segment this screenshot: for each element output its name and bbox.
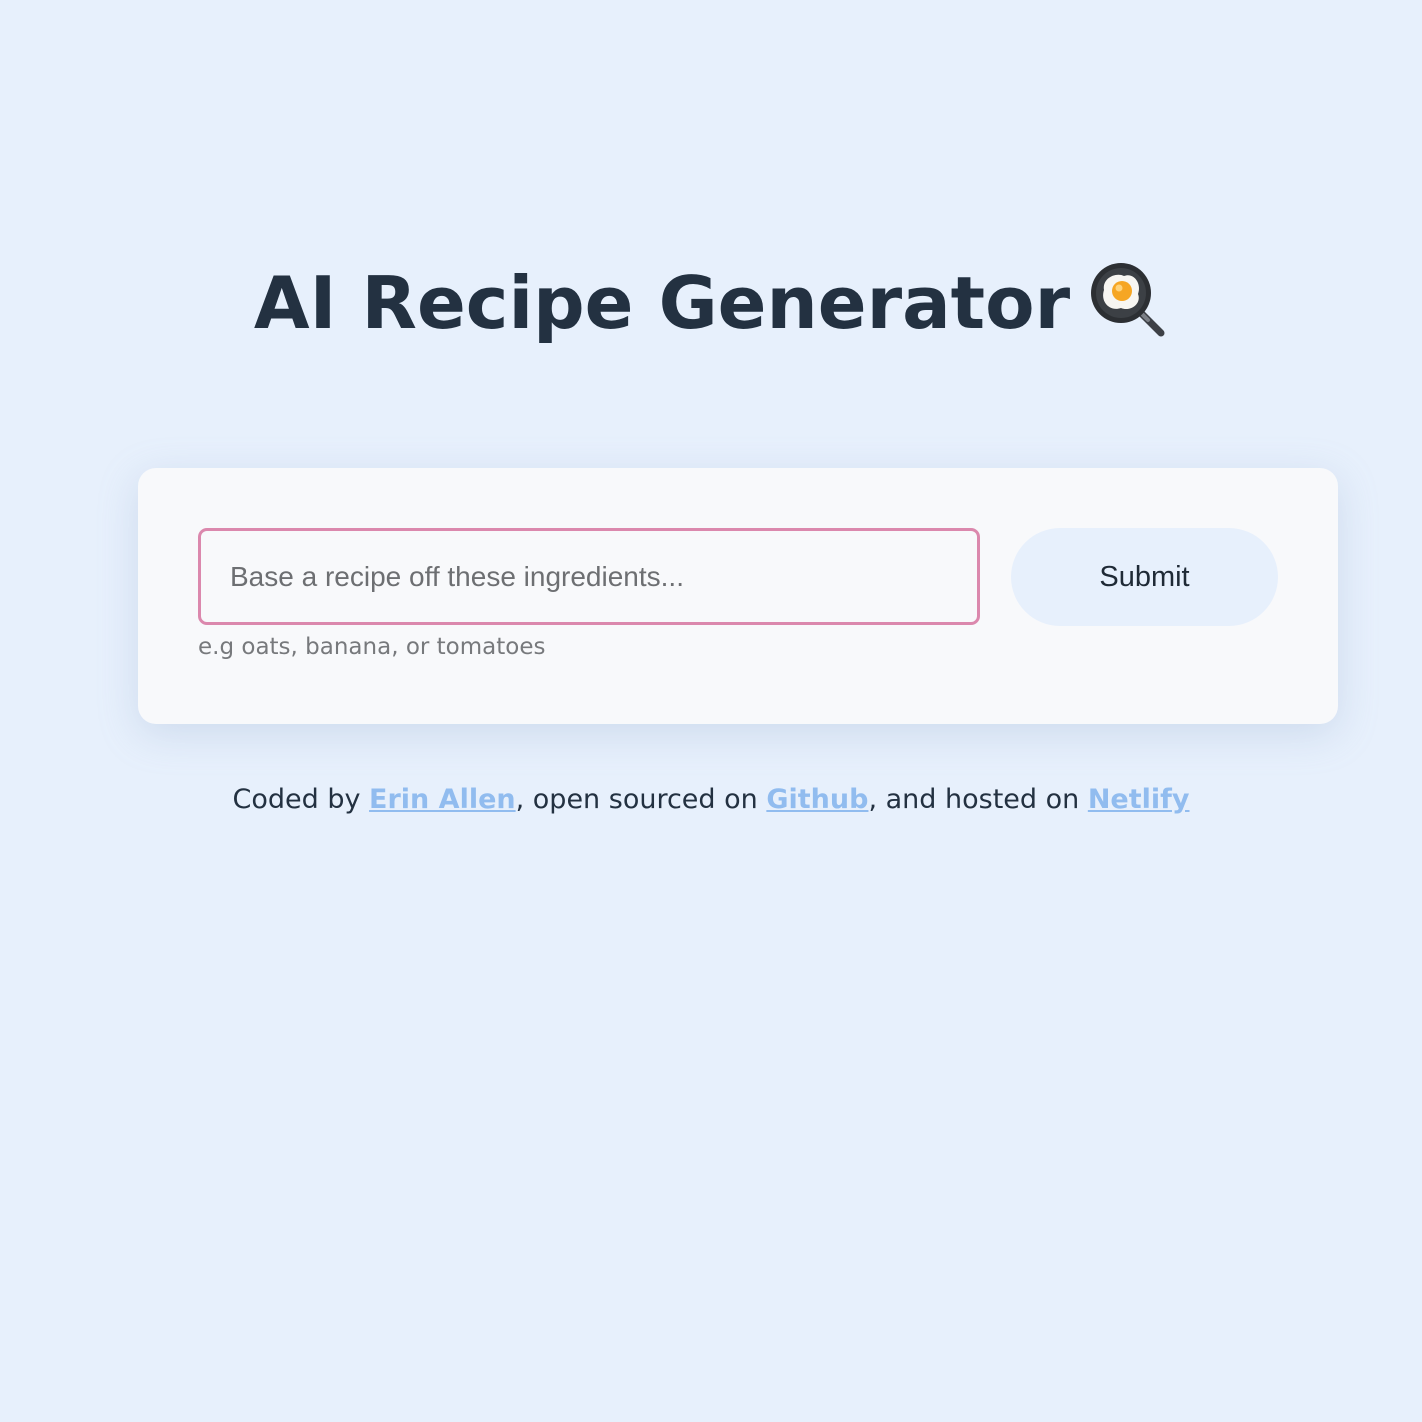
ingredient-input-wrapper [198, 528, 980, 625]
page-title-text: AI Recipe Generator [253, 261, 1071, 346]
github-link[interactable]: Github [766, 784, 868, 815]
ingredient-hint: e.g oats, banana, or tomatoes [198, 634, 546, 660]
author-link[interactable]: Erin Allen [369, 784, 516, 815]
footer-middle-1: , open sourced on [515, 784, 767, 815]
recipe-form-card: e.g oats, banana, or tomatoes Submit [138, 468, 1338, 724]
ingredient-input[interactable] [198, 528, 980, 625]
footer-middle-2: , and hosted on [868, 784, 1088, 815]
footer-prefix: Coded by [232, 784, 370, 815]
footer-credits: Coded by Erin Allen, open sourced on Git… [0, 784, 1422, 815]
frying-pan-egg-icon [1091, 263, 1165, 337]
netlify-link[interactable]: Netlify [1088, 784, 1190, 815]
page-title: AI Recipe Generator [0, 250, 1422, 351]
submit-button[interactable]: Submit [1011, 528, 1278, 626]
